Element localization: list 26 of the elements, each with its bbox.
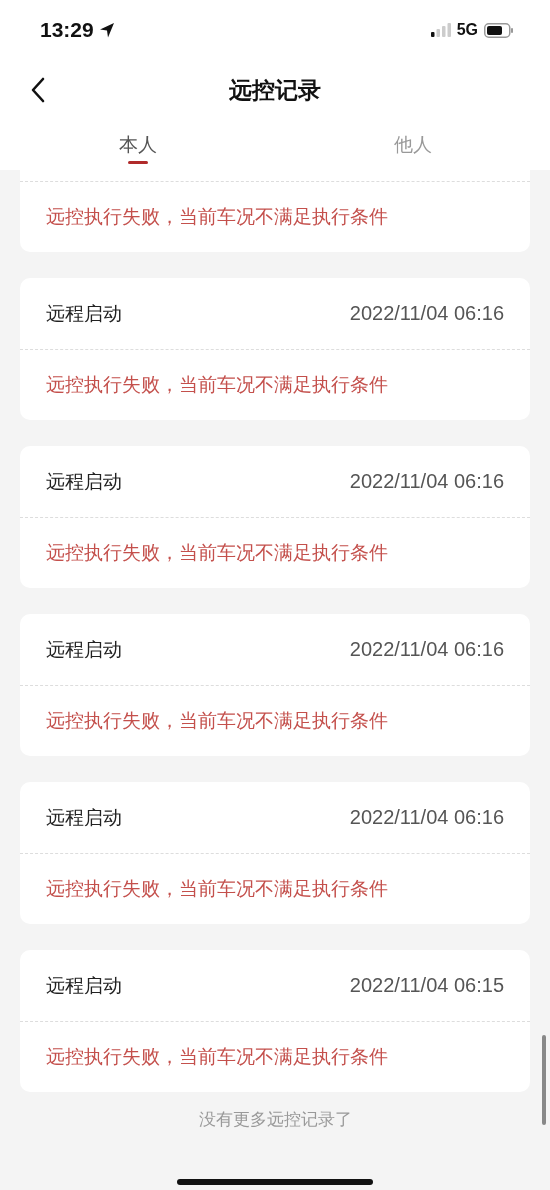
action-label: 远程启动 [46,804,122,830]
error-message: 远控执行失败，当前车况不满足执行条件 [46,1044,388,1069]
error-message: 远控执行失败，当前车况不满足执行条件 [46,540,388,565]
signal-icon [430,23,451,37]
record-time: 2022/11/04 06:16 [349,806,504,829]
back-button[interactable] [30,77,46,103]
error-message: 远控执行失败，当前车况不满足执行条件 [46,372,388,397]
network-label: 5G [456,21,478,39]
tab[interactable]: 本人 [0,120,275,170]
location-arrow-icon [97,21,116,39]
action-label: 远程启动 [46,468,122,494]
action-label: 远程启动 [46,636,122,662]
record-time: 2022/11/04 06:16 [349,302,504,325]
record-time: 2022/11/04 06:16 [349,638,504,661]
action-label: 远程启动 [46,972,122,998]
error-message: 远控执行失败，当前车况不满足执行条件 [46,876,388,901]
record-time: 2022/11/04 06:15 [349,974,504,997]
battery-icon [484,22,514,38]
error-message: 远控执行失败，当前车况不满足执行条件 [46,204,388,229]
status-time: 13:29 [40,18,94,42]
error-message: 远控执行失败，当前车况不满足执行条件 [46,708,388,733]
end-of-list-text: 没有更多远控记录了 [198,1108,352,1131]
action-label: 远程启动 [46,300,122,326]
back-chevron-icon [30,77,46,103]
page-title: 远控记录 [229,75,321,105]
record-time: 2022/11/04 06:16 [349,470,504,493]
